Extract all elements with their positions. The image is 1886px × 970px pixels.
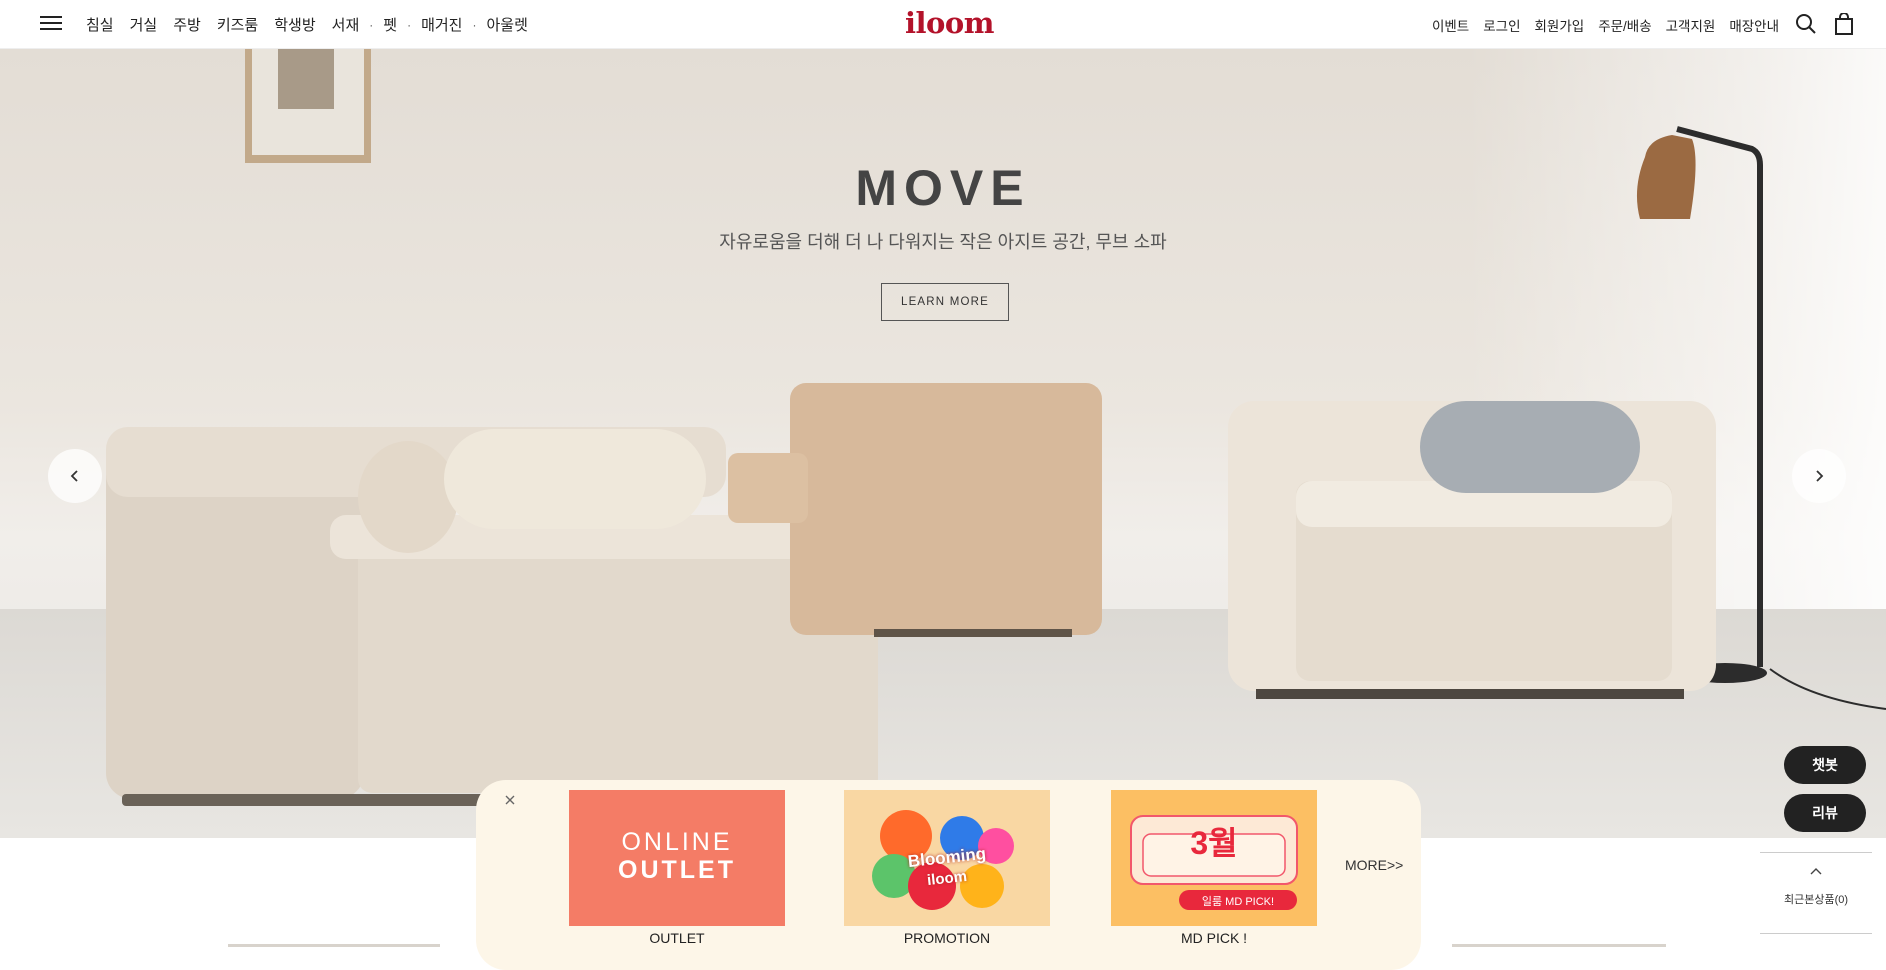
outlet-thumbnail: ONLINE OUTLET	[569, 790, 785, 926]
util-event[interactable]: 이벤트	[1425, 15, 1476, 35]
util-signup[interactable]: 회원가입	[1528, 15, 1592, 35]
nav-separator: ·	[407, 17, 412, 32]
promo-card-promotion[interactable]: Blooming iloom PROMOTION	[844, 790, 1050, 946]
chevron-left-icon	[70, 470, 78, 482]
nav-item-student[interactable]: 학생방	[266, 14, 323, 35]
util-login[interactable]: 로그인	[1476, 15, 1527, 35]
nav-item-kitchen[interactable]: 주방	[165, 14, 209, 35]
nav-separator: ·	[369, 17, 374, 32]
nav-item-bedroom[interactable]: 침실	[78, 14, 122, 35]
hero-banner: MOVE 자유로움을 더해 더 나 다워지는 작은 아지트 공간, 무브 소파 …	[0, 49, 1886, 838]
outlet-line2: OUTLET	[618, 856, 736, 884]
nav-separator: ·	[472, 17, 477, 32]
promo-card-label: OUTLET	[649, 930, 705, 946]
chatbot-button[interactable]: 챗봇	[1784, 746, 1866, 784]
nav-item-pet[interactable]: 펫	[375, 14, 405, 35]
promo-more-link[interactable]: MORE>>	[1345, 857, 1403, 873]
hero-title: MOVE	[855, 160, 1031, 216]
outlet-line1: ONLINE	[621, 828, 733, 856]
brand-logo[interactable]: iloom	[905, 6, 994, 40]
close-icon[interactable]	[502, 792, 518, 808]
site-header: 침실 거실 주방 키즈룸 학생방 서재 · 펫 · 매거진 · 아울렛 iloo…	[0, 0, 1886, 49]
next-slide-button[interactable]	[1792, 449, 1846, 503]
main-nav: 침실 거실 주방 키즈룸 학생방 서재 · 펫 · 매거진 · 아울렛	[78, 0, 536, 49]
nav-item-living[interactable]: 거실	[122, 14, 166, 35]
cart-icon[interactable]	[1833, 12, 1855, 35]
recent-products-link[interactable]: 최근본상품(0)	[1760, 891, 1872, 907]
chevron-up-icon	[1810, 868, 1822, 875]
menu-icon[interactable]	[40, 14, 62, 32]
promotion-thumbnail: Blooming iloom	[844, 790, 1050, 926]
promo-panel: ONLINE OUTLET OUTLET Blooming iloom PROM…	[476, 780, 1421, 970]
mdpick-month: 3월	[1190, 825, 1238, 861]
util-order[interactable]: 주문/배송	[1591, 15, 1658, 35]
utility-nav: 이벤트 로그인 회원가입 주문/배송 고객지원 매장안내	[1425, 0, 1786, 49]
prev-slide-button[interactable]	[48, 449, 102, 503]
mdpick-tag: 일룸 MD PICK!	[1201, 896, 1275, 908]
scroll-top-button[interactable]	[1760, 859, 1872, 881]
nav-item-magazine[interactable]: 매거진	[413, 14, 470, 35]
recent-products-panel: 최근본상품(0)	[1760, 852, 1872, 934]
promo-card-label: PROMOTION	[903, 930, 991, 946]
nav-item-study[interactable]: 서재	[324, 14, 368, 35]
nav-item-kidsroom[interactable]: 키즈룸	[209, 14, 266, 35]
util-stores[interactable]: 매장안내	[1722, 15, 1786, 35]
hero-subtitle: 자유로움을 더해 더 나 다워지는 작은 아지트 공간, 무브 소파	[719, 232, 1167, 252]
promo-card-outlet[interactable]: ONLINE OUTLET OUTLET	[569, 790, 785, 946]
search-icon[interactable]	[1795, 13, 1817, 35]
chevron-right-icon	[1816, 470, 1824, 482]
promo-card-mdpick[interactable]: 3월 일룸 MD PICK! MD PICK !	[1111, 790, 1317, 946]
promo-card-label: MD PICK !	[1180, 930, 1248, 946]
nav-item-outlet[interactable]: 아울렛	[478, 14, 535, 35]
util-support[interactable]: 고객지원	[1659, 15, 1723, 35]
mdpick-thumbnail: 3월 일룸 MD PICK!	[1111, 790, 1317, 926]
review-button[interactable]: 리뷰	[1784, 794, 1866, 832]
learn-more-button[interactable]: LEARN MORE	[881, 283, 1009, 321]
